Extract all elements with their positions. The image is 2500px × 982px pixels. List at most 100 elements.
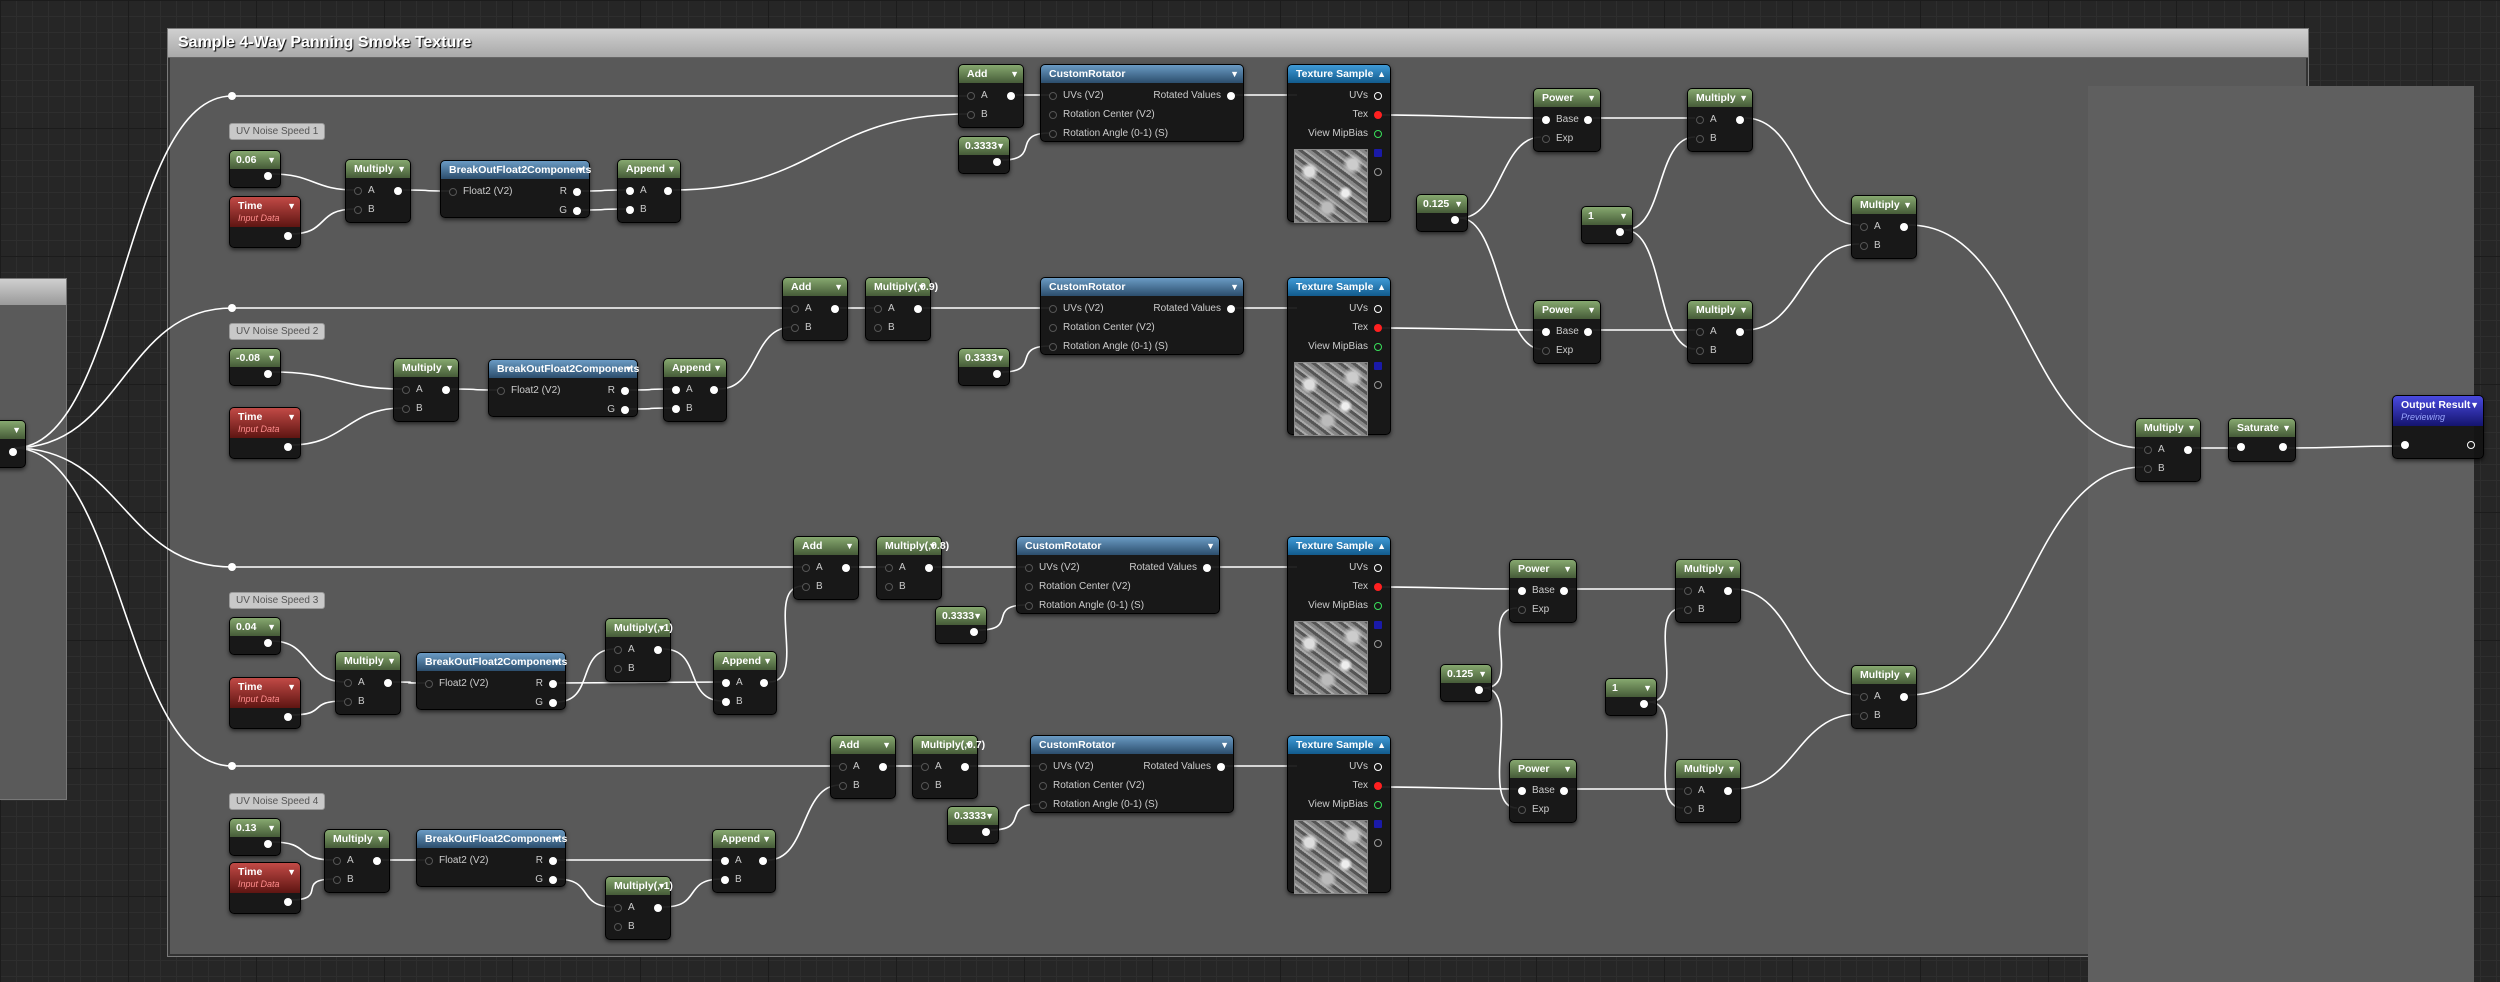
input-pin[interactable]	[1696, 328, 1704, 336]
speed-constant[interactable]: -0.08 ▼	[229, 348, 281, 386]
input-pin[interactable]	[921, 782, 929, 790]
node-header[interactable]: Power ▼	[1534, 301, 1600, 319]
node-header[interactable]: Texture Sample ▲	[1288, 736, 1390, 754]
output-pin[interactable]	[1584, 116, 1592, 124]
node-header[interactable]: Multiply ▼	[325, 830, 389, 848]
output-pin[interactable]	[1227, 92, 1235, 100]
node-header[interactable]: Texture Sample ▲	[1288, 278, 1390, 296]
output-pin[interactable]	[654, 646, 662, 654]
output-pin[interactable]	[1475, 686, 1483, 694]
node-header[interactable]: CustomRotator ▼	[1041, 278, 1243, 296]
power-node[interactable]: Power ▼ Base Exp	[1509, 759, 1577, 823]
output-pin[interactable]	[1374, 305, 1382, 313]
collapse-icon[interactable]: ▼	[834, 278, 843, 296]
input-pin[interactable]	[1696, 347, 1704, 355]
input-pin[interactable]	[721, 876, 729, 884]
node-header[interactable]: ▼	[0, 421, 25, 439]
node-header[interactable]: Append ▼	[664, 359, 726, 377]
output-pin[interactable]	[573, 207, 581, 215]
output-pin[interactable]	[664, 187, 672, 195]
input-pin[interactable]	[672, 386, 680, 394]
collapse-icon[interactable]: ▼	[267, 151, 276, 169]
input-pin[interactable]	[1542, 135, 1550, 143]
collapse-icon[interactable]: ▼	[996, 349, 1005, 367]
rotation-angle-constant[interactable]: 0.3333 ▼	[947, 806, 999, 844]
collapse-icon[interactable]: ▼	[2282, 419, 2291, 437]
output-pin[interactable]	[1374, 168, 1382, 176]
output-pin[interactable]	[549, 857, 557, 865]
append-node[interactable]: Append ▼ A B	[617, 159, 681, 223]
multiply-negate-node[interactable]: Multiply(,-1) ▼ A B	[605, 618, 673, 682]
add-node[interactable]: Add ▼ A B	[793, 536, 859, 600]
node-header[interactable]: 0.06 ▼	[230, 151, 280, 169]
multiply-node[interactable]: Multiply ▼ A B	[1851, 665, 1917, 729]
speed-label[interactable]: UV Noise Speed 2	[229, 323, 326, 340]
input-pin[interactable]	[614, 904, 622, 912]
input-pin[interactable]	[1518, 587, 1526, 595]
saturate-node[interactable]: Saturate ▼	[2228, 418, 2296, 462]
collapse-icon[interactable]: ▼	[762, 830, 771, 848]
input-pin[interactable]	[2144, 446, 2152, 454]
output-result-node[interactable]: Output Result ▼ Previewing	[2392, 395, 2484, 459]
output-pin[interactable]	[1640, 700, 1648, 708]
speed-label[interactable]: UV Noise Speed 1	[229, 123, 326, 140]
power-node[interactable]: Power ▼ Base Exp	[1509, 559, 1577, 623]
node-header[interactable]: Multiply ▼	[394, 359, 458, 377]
collapse-icon[interactable]: ▼	[1739, 301, 1748, 319]
output-pin[interactable]	[925, 564, 933, 572]
output-pin[interactable]	[842, 564, 850, 572]
one-constant[interactable]: 1 ▼	[1581, 206, 1633, 244]
input-pin[interactable]	[1049, 92, 1057, 100]
output-pin[interactable]	[1584, 328, 1592, 336]
node-header[interactable]: BreakOutFloat2Components ▼	[417, 653, 567, 671]
collapse-icon[interactable]: ▼	[985, 807, 994, 825]
multiply-scale-node[interactable]: Multiply(,0.9) ▼ A B	[865, 277, 938, 341]
output-pin[interactable]	[1374, 640, 1382, 648]
input-pin[interactable]	[2144, 465, 2152, 473]
node-header[interactable]: Time ▼ Input Data	[230, 197, 300, 227]
output-pin[interactable]	[879, 763, 887, 771]
input-pin[interactable]	[791, 324, 799, 332]
node-header[interactable]: Multiply ▼	[2136, 419, 2200, 437]
append-node[interactable]: Append ▼ A B	[712, 829, 776, 893]
node-header[interactable]: Multiply ▼	[346, 160, 410, 178]
input-pin[interactable]	[1860, 223, 1868, 231]
output-pin[interactable]	[831, 305, 839, 313]
input-pin[interactable]	[1039, 763, 1047, 771]
output-pin[interactable]	[1374, 763, 1382, 771]
input-pin[interactable]	[885, 583, 893, 591]
output-pin[interactable]	[1374, 149, 1382, 157]
input-pin[interactable]	[967, 111, 975, 119]
output-pin[interactable]	[1374, 621, 1382, 629]
input-pin[interactable]	[1684, 587, 1692, 595]
collapse-icon[interactable]: ▼	[1010, 65, 1019, 83]
node-header[interactable]: Output Result ▼ Previewing	[2393, 396, 2483, 426]
expand-icon[interactable]: ▲	[1377, 736, 1386, 754]
node-header[interactable]: Multiply ▼	[1676, 760, 1740, 778]
node-header[interactable]: Append ▼	[618, 160, 680, 178]
output-pin[interactable]	[384, 679, 392, 687]
input-pin[interactable]	[1542, 347, 1550, 355]
input-pin[interactable]	[1049, 324, 1057, 332]
output-pin[interactable]	[2279, 443, 2287, 451]
input-pin[interactable]	[1039, 801, 1047, 809]
output-pin[interactable]	[573, 188, 581, 196]
output-pin[interactable]	[621, 387, 629, 395]
output-pin[interactable]	[9, 448, 17, 456]
output-pin[interactable]	[1374, 583, 1382, 591]
input-pin[interactable]	[839, 763, 847, 771]
input-pin[interactable]	[425, 680, 433, 688]
collapse-icon[interactable]: ▼	[713, 359, 722, 377]
collapse-icon[interactable]: ▼	[1739, 89, 1748, 107]
node-header[interactable]: 1 ▼	[1606, 679, 1656, 697]
output-pin[interactable]	[1227, 305, 1235, 313]
input-pin[interactable]	[333, 876, 341, 884]
input-pin[interactable]	[722, 698, 730, 706]
node-header[interactable]: Time ▼ Input Data	[230, 863, 300, 893]
collapse-icon[interactable]: ▼	[1727, 560, 1736, 578]
collapse-icon[interactable]: ▼	[2470, 396, 2479, 414]
output-pin[interactable]	[1374, 362, 1382, 370]
input-pin[interactable]	[1696, 135, 1704, 143]
input-pin[interactable]	[721, 857, 729, 865]
texture-sample-node[interactable]: Texture Sample ▲ UVs Tex View MipBias	[1287, 735, 1391, 894]
